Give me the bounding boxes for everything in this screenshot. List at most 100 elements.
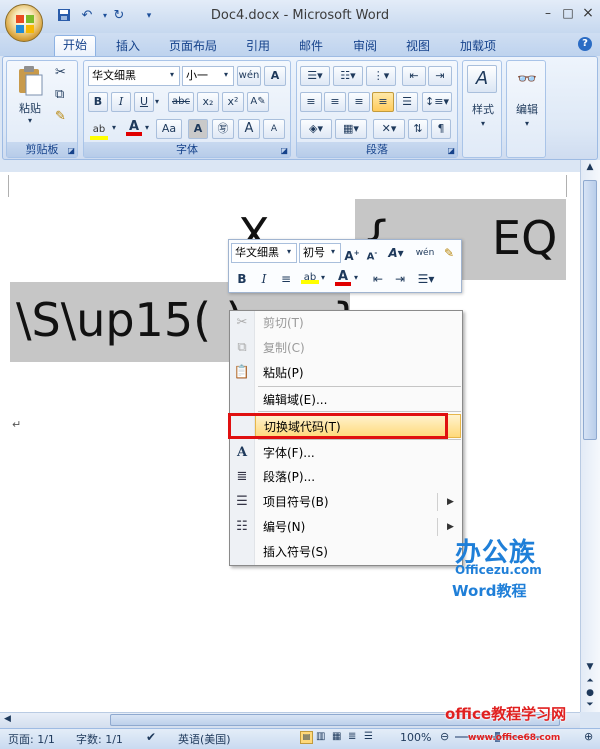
format-painter-icon[interactable]: ✎ [55, 109, 66, 124]
view-full-screen-icon[interactable]: ▥ [316, 731, 325, 742]
phonetic-guide-icon[interactable]: wén [237, 66, 261, 86]
mini-bullets-icon[interactable]: ☰▾ [413, 269, 439, 289]
font-name-field[interactable]: 华文细黑 [88, 66, 180, 86]
status-language[interactable]: 英语(美国) [178, 731, 231, 747]
zoom-out-icon[interactable]: ⊖ [440, 730, 449, 743]
mini-increase-indent-icon[interactable]: ⇥ [391, 269, 409, 289]
menu-item-insert-symbol[interactable]: 插入符号(S) [255, 540, 461, 564]
editing-group[interactable]: 👓 编辑 ▾ [506, 60, 546, 158]
mini-phonetic-icon[interactable]: wén [415, 243, 435, 263]
menu-item-copy[interactable]: 复制(C) [255, 336, 461, 360]
subscript-button[interactable]: x₂ [197, 92, 219, 112]
char-border-icon[interactable]: A [264, 66, 286, 86]
distributed-icon[interactable]: ☰ [396, 92, 418, 112]
numbering-button[interactable]: ☷▾ [333, 66, 363, 86]
highlight-color-button[interactable]: ab [88, 119, 110, 140]
borders-button[interactable]: ▦▾ [335, 119, 367, 139]
next-page-icon[interactable]: ⏷ [584, 700, 596, 712]
tab-view[interactable]: 视图 [398, 37, 438, 56]
shading-button[interactable]: ◈▾ [300, 119, 332, 139]
scroll-up-icon[interactable]: ▲ [584, 162, 596, 176]
menu-item-edit-field[interactable]: 编辑域(E)... [255, 388, 461, 412]
menu-item-font[interactable]: 字体(F)... [255, 441, 461, 465]
align-center-icon[interactable]: ≡ [324, 92, 346, 112]
tab-review[interactable]: 审阅 [345, 37, 385, 56]
justify-icon[interactable]: ≡ [372, 92, 394, 112]
mini-bold-icon[interactable]: B [233, 269, 251, 289]
copy-icon[interactable]: ⧉ [55, 87, 64, 102]
font-name-dropdown-icon[interactable]: ▾ [170, 70, 174, 79]
tab-page-layout[interactable]: 页面布局 [163, 37, 223, 56]
mini-styles-icon[interactable]: A▾ [385, 243, 407, 263]
scroll-down-icon[interactable]: ▼ [584, 662, 596, 676]
clear-format-icon[interactable]: A✎ [247, 92, 269, 112]
view-web-icon[interactable]: ▦ [332, 731, 341, 742]
highlight-dropdown-icon[interactable]: ▾ [112, 123, 116, 132]
proofing-icon[interactable]: ✔ [146, 730, 156, 744]
styles-group[interactable]: A 样式 ▾ [462, 60, 502, 158]
align-right-icon[interactable]: ≡ [348, 92, 370, 112]
prev-page-icon[interactable]: ⏶ [584, 676, 596, 688]
mini-italic-icon[interactable]: I [255, 269, 273, 289]
vertical-scroll-thumb[interactable] [583, 180, 597, 440]
strikethrough-button[interactable]: abc [168, 92, 194, 112]
multilevel-list-button[interactable]: ⋮▾ [366, 66, 396, 86]
view-print-layout-icon[interactable]: ▤ [300, 731, 313, 744]
underline-button[interactable]: U [134, 92, 154, 112]
menu-item-paragraph[interactable]: 段落(P)... [255, 465, 461, 489]
font-size-dropdown-icon[interactable]: ▾ [224, 70, 228, 79]
mini-shrink-font-icon[interactable]: A- [363, 243, 381, 263]
tab-insert[interactable]: 插入 [108, 37, 148, 56]
status-page[interactable]: 页面: 1/1 [8, 731, 55, 747]
menu-item-paste[interactable]: 粘贴(P) [255, 361, 461, 385]
help-icon[interactable]: ? [578, 37, 592, 51]
mini-grow-font-icon[interactable]: A+ [343, 243, 361, 263]
mini-highlight-dropdown-icon[interactable]: ▾ [321, 273, 325, 282]
mini-highlight-icon[interactable]: ab [299, 269, 321, 289]
superscript-button[interactable]: x² [222, 92, 244, 112]
mini-font-dropdown-icon[interactable]: ▾ [287, 247, 291, 256]
increase-indent-icon[interactable]: ⇥ [428, 66, 452, 86]
mini-size-dropdown-icon[interactable]: ▾ [331, 247, 335, 256]
tab-mailings[interactable]: 邮件 [291, 37, 331, 56]
dialog-launcher-icon[interactable]: ◪ [447, 146, 455, 155]
font-color-button[interactable]: A [124, 119, 144, 139]
font-color-dropdown-icon[interactable]: ▾ [145, 123, 149, 132]
tab-addins[interactable]: 加载项 [453, 37, 503, 56]
mini-decrease-indent-icon[interactable]: ⇤ [369, 269, 387, 289]
underline-dropdown-icon[interactable]: ▾ [155, 97, 159, 106]
zoom-level[interactable]: 100% [400, 731, 431, 744]
mini-font-color-dropdown-icon[interactable]: ▾ [354, 273, 358, 282]
change-case-button[interactable]: Aa [156, 119, 182, 139]
enclose-char-icon[interactable]: ㊢ [212, 119, 234, 139]
mini-format-painter-icon[interactable]: ✎ [439, 243, 459, 263]
menu-item-numbering[interactable]: 编号(N) [255, 515, 461, 539]
bold-button[interactable]: B [88, 92, 108, 112]
view-outline-icon[interactable]: ≣ [348, 731, 356, 742]
maximize-button[interactable]: □ [560, 6, 576, 20]
office-button[interactable] [5, 4, 43, 42]
shrink-font-button[interactable]: A [263, 119, 285, 139]
mini-center-icon[interactable]: ≡ [277, 269, 295, 289]
minimize-button[interactable]: – [540, 6, 556, 20]
dialog-launcher-icon[interactable]: ◪ [280, 146, 288, 155]
tab-home[interactable]: 开始 [54, 35, 96, 56]
dialog-launcher-icon[interactable]: ◪ [67, 146, 75, 155]
align-left-icon[interactable]: ≡ [300, 92, 322, 112]
status-word-count[interactable]: 字数: 1/1 [76, 731, 123, 747]
zoom-in-icon[interactable]: ⊕ [584, 730, 593, 743]
view-draft-icon[interactable]: ☰ [364, 731, 373, 742]
menu-item-cut[interactable]: 剪切(T) [255, 311, 461, 335]
chinese-layout-button[interactable]: ✕▾ [373, 119, 405, 139]
char-shading-icon[interactable]: A [188, 119, 208, 139]
mini-font-color-icon[interactable]: A [333, 269, 353, 289]
sort-icon[interactable]: ⇅ [408, 119, 428, 139]
line-spacing-button[interactable]: ↕≡▾ [422, 92, 452, 112]
tab-references[interactable]: 引用 [238, 37, 278, 56]
italic-button[interactable]: I [111, 92, 131, 112]
paste-button[interactable]: 粘贴 ▾ [13, 65, 47, 125]
close-button[interactable]: × [580, 6, 596, 20]
browse-object-icon[interactable]: ● [584, 688, 596, 700]
scroll-left-icon[interactable]: ◀ [4, 714, 11, 724]
menu-item-bullets[interactable]: 项目符号(B) [255, 490, 461, 514]
